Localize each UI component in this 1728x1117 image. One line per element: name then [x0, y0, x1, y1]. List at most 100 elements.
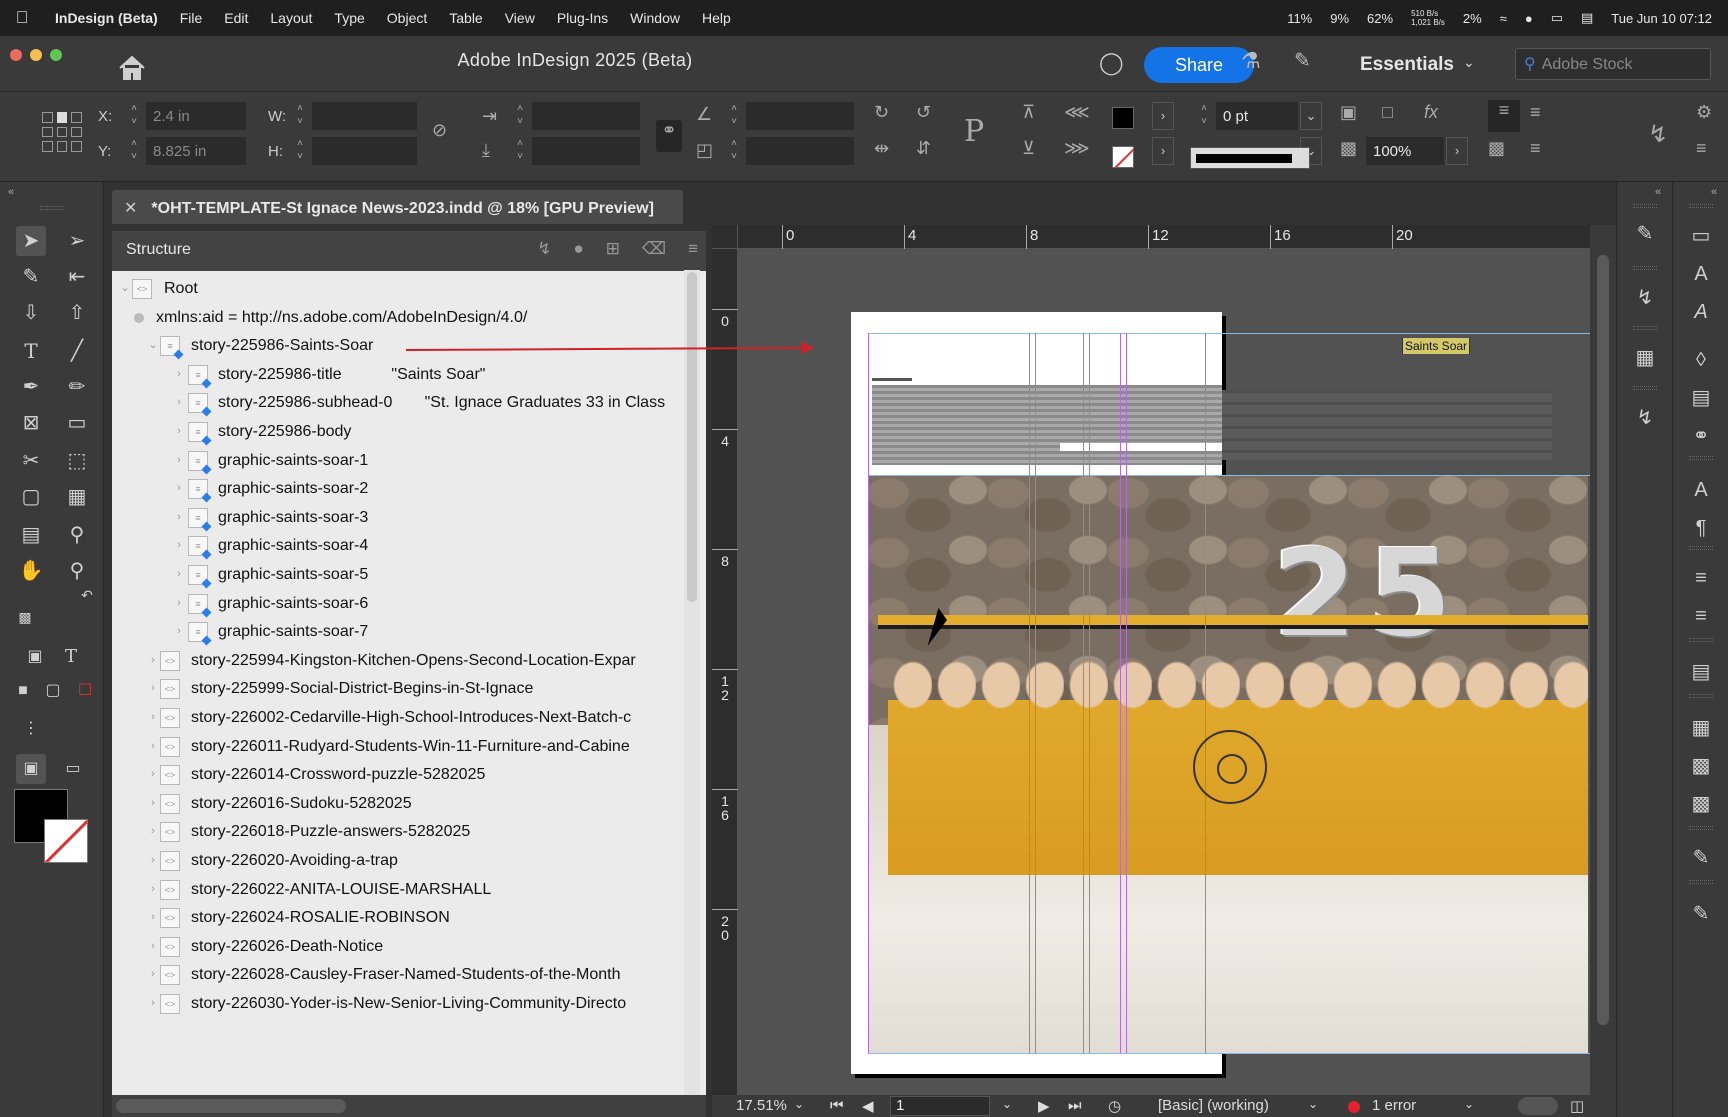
- next-page-icon[interactable]: ▶: [1038, 1097, 1050, 1115]
- color-panel-icon[interactable]: ▤: [1685, 656, 1717, 688]
- disk-meter[interactable]: 2%: [1463, 11, 1482, 26]
- toggle-switch[interactable]: [1518, 1097, 1558, 1115]
- edit-in-story-icon[interactable]: ⋮: [16, 714, 46, 744]
- panel-grip[interactable]: [1633, 266, 1657, 270]
- tree-row[interactable]: › <> story-226016-Sudoku-5282025: [112, 788, 684, 819]
- page-dropdown-icon[interactable]: ⌄: [1002, 1097, 1012, 1111]
- tree-row[interactable]: › <> story-226026-Death-Notice: [112, 931, 684, 962]
- collapse-tools-icon[interactable]: «: [8, 186, 14, 198]
- tree-row[interactable]: › ≡ graphic-saints-soar-1: [112, 445, 684, 476]
- chevron-right-icon[interactable]: ›: [146, 988, 160, 1019]
- scroll-thumb[interactable]: [116, 1099, 346, 1113]
- normal-view-icon[interactable]: ▣: [16, 754, 46, 784]
- panel-grip[interactable]: [1689, 694, 1713, 698]
- menu-app-name[interactable]: InDesign (Beta): [44, 10, 169, 26]
- apple-menu-icon[interactable]: : [0, 8, 44, 28]
- shear-field[interactable]: [746, 137, 854, 165]
- structure-vertical-scrollbar[interactable]: [684, 270, 700, 1095]
- tree-row[interactable]: › ≡ graphic-saints-soar-3: [112, 502, 684, 533]
- scale-x-stepper[interactable]: ˄ ˅: [512, 102, 528, 130]
- chevron-down-icon[interactable]: ⌄: [1463, 54, 1475, 71]
- chevron-right-icon[interactable]: ›: [172, 502, 186, 533]
- workspace-switcher[interactable]: Essentials: [1360, 54, 1454, 76]
- page-number-field[interactable]: 1: [890, 1096, 990, 1116]
- apply-none-icon[interactable]: ☐: [70, 676, 100, 706]
- layers-icon[interactable]: ◊: [1685, 344, 1717, 376]
- tree-row[interactable]: › ≡ graphic-saints-soar-4: [112, 530, 684, 561]
- scroll-thumb[interactable]: [687, 272, 697, 602]
- canvas-vertical-scrollbar[interactable]: [1590, 225, 1616, 1095]
- chevron-right-icon[interactable]: ›: [146, 788, 160, 819]
- x-position-field[interactable]: 2.4 in: [146, 102, 246, 130]
- panel-grip[interactable]: [1689, 880, 1713, 884]
- chevron-right-icon[interactable]: ›: [146, 845, 160, 876]
- tree-row[interactable]: › <> story-226014-Crossword-puzzle-5282025: [112, 759, 684, 790]
- table-styles-icon[interactable]: ▩: [1685, 750, 1717, 782]
- horizontal-ruler[interactable]: 0 4 8 12 16 20: [738, 225, 1590, 249]
- w-stepper[interactable]: ˄ ˅: [292, 102, 308, 130]
- rotate-cw-icon[interactable]: ↻: [874, 102, 889, 123]
- stroke-color-swatch[interactable]: [44, 819, 88, 863]
- preflight-error-count[interactable]: 1 error: [1372, 1097, 1416, 1114]
- tree-row[interactable]: › <> story-225994-Kingston-Kitchen-Opens-S…: [112, 645, 684, 676]
- rectangle-tool-icon[interactable]: ▭: [62, 408, 92, 438]
- stroke-swatch-none[interactable]: [1112, 146, 1134, 168]
- menu-layout[interactable]: Layout: [259, 10, 323, 26]
- stroke-weight-dropdown[interactable]: ⌄: [1300, 102, 1322, 130]
- tree-row[interactable]: › ≡ graphic-saints-soar-5: [112, 559, 684, 590]
- page-tool-icon[interactable]: ✎: [16, 262, 46, 292]
- tree-row[interactable]: › <> story-226022-ANITA-LOUISE-MARSHALL: [112, 874, 684, 905]
- panel-menu-icon[interactable]: ≡: [1696, 138, 1707, 159]
- panel-grip[interactable]: [1633, 326, 1657, 330]
- character-styles-icon[interactable]: A: [1685, 258, 1717, 290]
- network-meter[interactable]: 510 B/s 1,021 B/s: [1411, 9, 1445, 27]
- paragraph-panel-icon[interactable]: ¶: [1685, 512, 1717, 544]
- line-tool-icon[interactable]: ╱: [62, 336, 92, 366]
- formatting-container-icon[interactable]: ▣: [20, 642, 50, 672]
- profile-dropdown-icon[interactable]: ⌄: [1308, 1097, 1318, 1111]
- scale-y-stepper[interactable]: ˄ ˅: [512, 137, 528, 165]
- tree-row[interactable]: › ≡ story-225986-subhead-0 "St. Ignace Grad…: [112, 387, 684, 418]
- greeked-overset-text[interactable]: [1222, 390, 1552, 460]
- share-button[interactable]: Share: [1144, 47, 1254, 83]
- direct-selection-tool-icon[interactable]: ➢: [62, 226, 92, 256]
- tree-row[interactable]: › ≡ graphic-saints-soar-7: [112, 616, 684, 647]
- user-icon[interactable]: ●: [1525, 11, 1533, 26]
- links-icon[interactable]: ⚭: [1685, 420, 1717, 452]
- selection-tool-icon[interactable]: ➤: [16, 226, 46, 256]
- panel-grip[interactable]: [40, 206, 64, 210]
- vertical-ruler[interactable]: 0 4 8 1 2 1 6 2 0: [712, 249, 738, 1095]
- panel-grip[interactable]: [1689, 638, 1713, 642]
- chevron-right-icon[interactable]: ›: [146, 874, 160, 905]
- effects-fx-icon[interactable]: fx: [1424, 102, 1438, 123]
- stroke-type-preview[interactable]: [1190, 147, 1310, 169]
- chevron-right-icon[interactable]: ›: [146, 731, 160, 762]
- fill-menu-button[interactable]: ›: [1152, 102, 1174, 130]
- rotate-ccw-icon[interactable]: ↺: [916, 102, 931, 123]
- scripts-icon[interactable]: ↯: [1629, 402, 1661, 434]
- tree-row[interactable]: ⌄ <> Root: [112, 273, 684, 304]
- x-stepper[interactable]: ˄ ˅: [126, 102, 142, 130]
- tree-row[interactable]: › <> story-226020-Avoiding-a-trap: [112, 845, 684, 876]
- shear-stepper[interactable]: ˄ ˅: [726, 137, 742, 165]
- tree-row[interactable]: › <> story-226018-Puzzle-answers-5282025: [112, 816, 684, 847]
- scale-y-field[interactable]: [532, 137, 640, 165]
- ruler-origin[interactable]: [712, 225, 738, 249]
- preflight-clock-icon[interactable]: ◷: [1108, 1097, 1121, 1115]
- chevron-right-icon[interactable]: ›: [146, 959, 160, 990]
- chevron-right-icon[interactable]: ›: [146, 702, 160, 733]
- tree-row[interactable]: › <> story-226030-Yoder-is-New-Senior-Livi…: [112, 988, 684, 1019]
- settings-gear-icon[interactable]: ⚙: [1696, 102, 1712, 123]
- y-position-field[interactable]: 8.825 in: [146, 137, 246, 165]
- chevron-right-icon[interactable]: ›: [172, 387, 186, 418]
- error-dropdown-icon[interactable]: ⌄: [1464, 1097, 1474, 1111]
- paragraph-styles-icon[interactable]: ≡: [1685, 562, 1717, 594]
- panel-grip[interactable]: [1633, 386, 1657, 390]
- cpu-meter-2[interactable]: 9%: [1330, 11, 1349, 26]
- fill-stroke-widget[interactable]: [14, 789, 94, 869]
- close-tab-icon[interactable]: ✕: [124, 200, 137, 217]
- tree-row[interactable]: › ≡ graphic-saints-soar-6: [112, 588, 684, 619]
- clock[interactable]: Tue Jun 10 07:12: [1611, 11, 1712, 26]
- drop-shadow-icon[interactable]: ▩: [1340, 138, 1357, 159]
- pencil-tool-icon[interactable]: ✏: [62, 372, 92, 402]
